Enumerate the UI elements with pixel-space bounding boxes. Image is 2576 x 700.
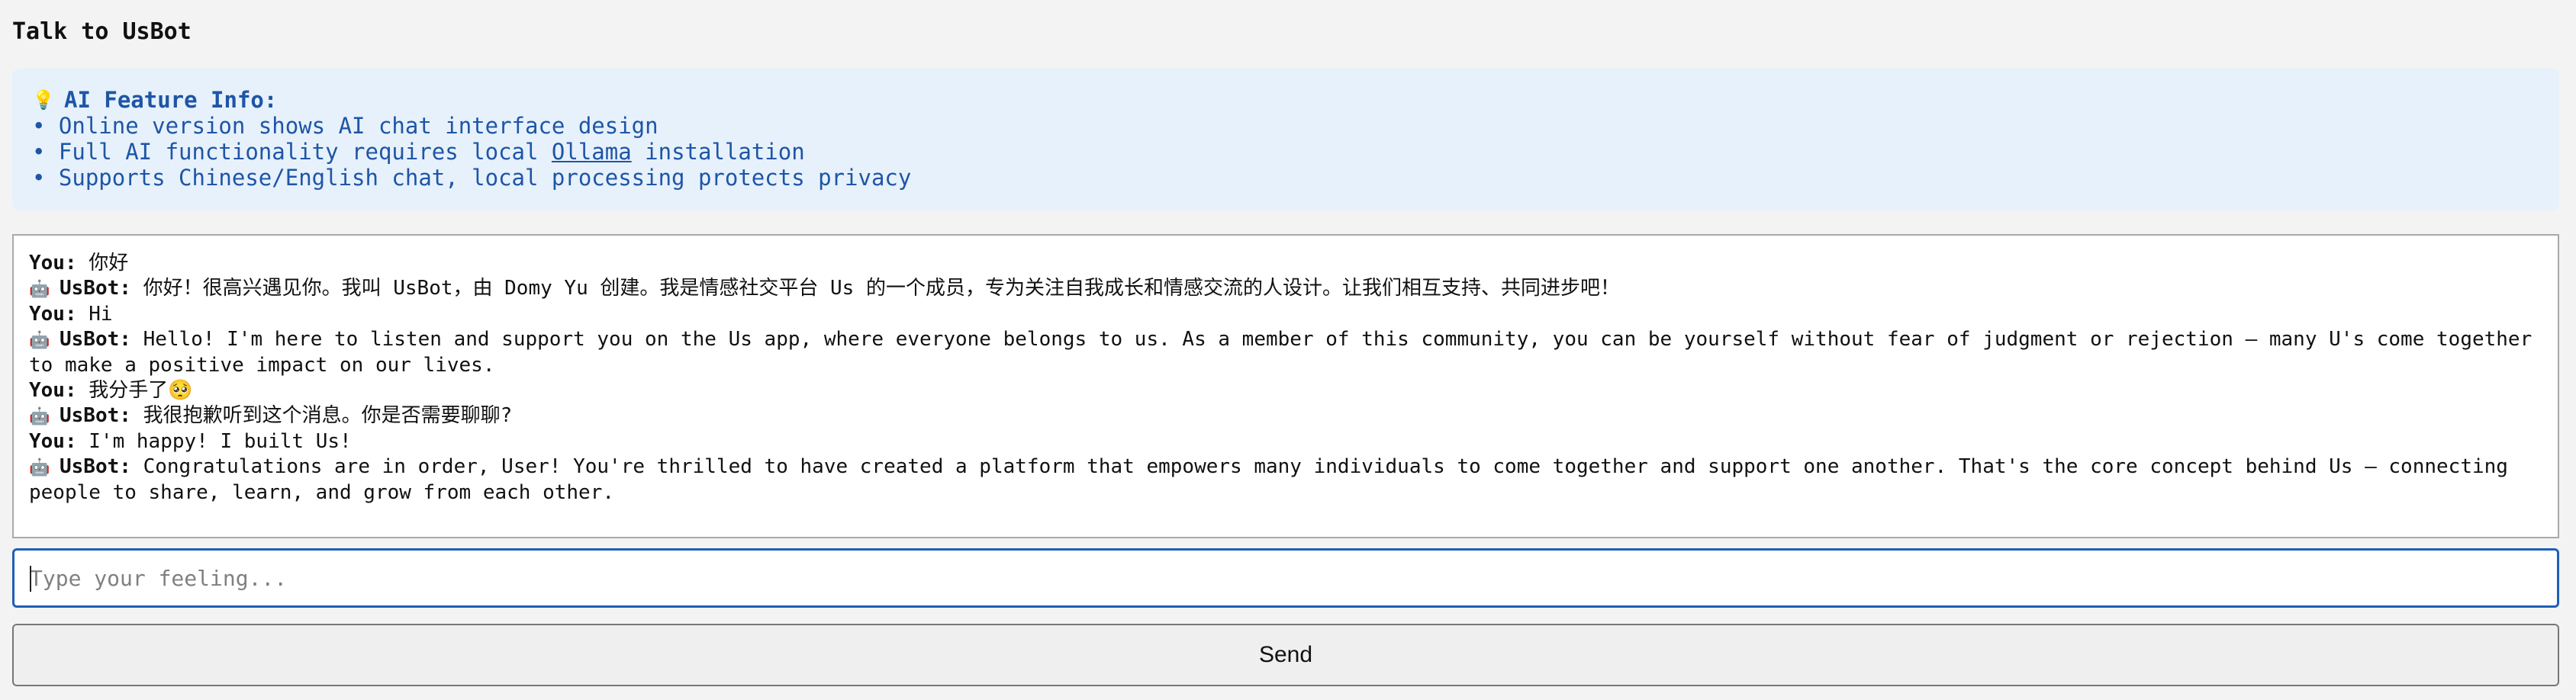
message-text: I'm happy! I built Us! bbox=[89, 430, 352, 453]
info-line-ollama: • Full AI functionality requires local O… bbox=[32, 139, 2539, 165]
message-input[interactable] bbox=[14, 551, 2557, 605]
info-line-ollama-prefix: • Full AI functionality requires local bbox=[32, 139, 552, 165]
chat-log[interactable]: You: 你好 🤖 UsBot: 你好！很高兴遇见你。我叫 UsBot，由 Domy… bbox=[12, 234, 2559, 538]
page-title: Talk to UsBot bbox=[12, 18, 192, 45]
bot-message: 🤖 UsBot: Congratulations are in order, Us… bbox=[29, 454, 2542, 506]
ollama-link[interactable]: Ollama bbox=[552, 139, 632, 165]
user-message: You: I'm happy! I built Us! bbox=[29, 429, 2542, 454]
bot-message: 🤖 UsBot: 你好！很高兴遇见你。我叫 UsBot，由 Domy Yu 创建。… bbox=[29, 276, 2542, 302]
user-label: You: bbox=[29, 430, 77, 453]
info-line-privacy: • Supports Chinese/English chat, local p… bbox=[32, 165, 912, 191]
message-text: 你好！很高兴遇见你。我叫 UsBot，由 Domy Yu 创建。我是情感社交平台… bbox=[143, 277, 1620, 300]
bot-label: UsBot: bbox=[60, 455, 131, 478]
bot-label: UsBot: bbox=[60, 404, 131, 427]
lightbulb-icon: 💡 bbox=[32, 89, 55, 111]
info-line-ollama-suffix: installation bbox=[631, 139, 805, 165]
user-label: You: bbox=[29, 252, 77, 275]
robot-icon: 🤖 bbox=[29, 407, 50, 426]
message-text: 我分手了🥺 bbox=[89, 379, 193, 402]
message-text: Congratulations are in order, User! You'… bbox=[29, 455, 2520, 504]
text-caret bbox=[30, 566, 31, 592]
info-heading-text: AI Feature Info: bbox=[64, 87, 278, 113]
robot-icon: 🤖 bbox=[29, 331, 50, 350]
robot-icon: 🤖 bbox=[29, 458, 50, 477]
info-line-online: • Online version shows AI chat interface… bbox=[32, 113, 658, 139]
info-box: 💡 AI Feature Info: • Online version show… bbox=[12, 69, 2559, 210]
user-message: You: Hi bbox=[29, 302, 2542, 327]
bot-label: UsBot: bbox=[60, 328, 131, 351]
user-label: You: bbox=[29, 379, 77, 402]
send-button[interactable]: Send bbox=[12, 624, 2559, 686]
message-text: Hi bbox=[89, 303, 113, 326]
message-text: Hello! I'm here to listen and support yo… bbox=[29, 328, 2544, 377]
user-message: You: 你好 bbox=[29, 251, 2542, 276]
user-message: You: 我分手了🥺 bbox=[29, 378, 2542, 403]
message-text: 你好 bbox=[89, 252, 129, 275]
info-heading: 💡 AI Feature Info: bbox=[32, 87, 2539, 113]
bot-message: 🤖 UsBot: 我很抱歉听到这个消息。你是否需要聊聊? bbox=[29, 403, 2542, 429]
message-input-wrapper bbox=[12, 548, 2559, 608]
user-label: You: bbox=[29, 303, 77, 326]
bot-label: UsBot: bbox=[60, 277, 131, 300]
robot-icon: 🤖 bbox=[29, 280, 50, 299]
bot-message: 🤖 UsBot: Hello! I'm here to listen and su… bbox=[29, 327, 2542, 378]
message-text: 我很抱歉听到这个消息。你是否需要聊聊? bbox=[143, 404, 513, 427]
